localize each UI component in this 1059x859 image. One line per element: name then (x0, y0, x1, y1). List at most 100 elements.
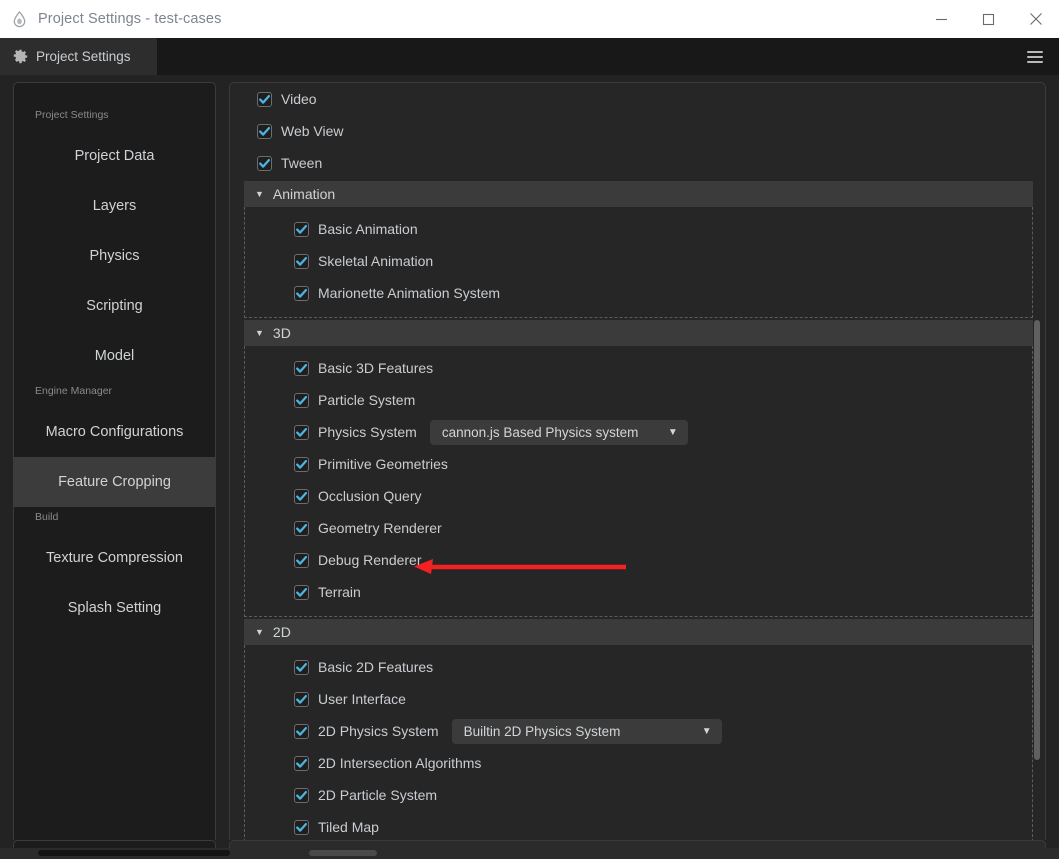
feature-label: Video (281, 91, 317, 107)
feature-label: User Interface (318, 691, 406, 707)
checkbox[interactable] (294, 488, 309, 504)
dropdown-value: Builtin 2D Physics System (463, 723, 621, 739)
feature-row-annotated: Debug Renderer (245, 544, 1032, 576)
chevron-down-icon: ▼ (255, 626, 264, 637)
sidebar-item-splash-setting[interactable]: Splash Setting (14, 583, 215, 633)
section-body-animation: Basic Animation Skeletal Animation Marione… (244, 207, 1033, 318)
close-button[interactable] (1012, 0, 1059, 38)
feature-row: 2D Physics System Builtin 2D Physics Syst… (245, 715, 1032, 747)
bottom-panel-left (13, 840, 216, 848)
sidebar-item-scripting[interactable]: Scripting (14, 281, 215, 331)
horizontal-scrollbar-thumb-right[interactable] (309, 850, 377, 856)
section-body-3d: Basic 3D Features Particle System Physics … (244, 346, 1033, 617)
sidebar-item-label: Scripting (86, 298, 143, 314)
settings-scroll-area: Video Web View Tween ▼ Animation Basic Animat… (230, 83, 1045, 843)
sidebar-item-label: Splash Setting (67, 600, 162, 616)
feature-row: Basic Animation (245, 213, 1032, 245)
chevron-down-icon: ▼ (255, 327, 264, 338)
hamburger-menu-icon[interactable] (1027, 50, 1043, 63)
checkbox[interactable] (294, 392, 309, 408)
feature-row: 2D Particle System (245, 779, 1032, 811)
bottom-panel-right (229, 840, 1046, 848)
sidebar-item-label: Layers (92, 198, 137, 214)
feature-label: Terrain (318, 584, 361, 600)
bottom-panels-strip (0, 840, 1059, 848)
sidebar-item-feature-cropping[interactable]: Feature Cropping (14, 457, 215, 507)
tab-label: Project Settings (36, 49, 131, 64)
maximize-button[interactable] (965, 0, 1012, 38)
hamburger-line (1027, 60, 1043, 63)
checkbox[interactable] (294, 424, 309, 440)
feature-label: Particle System (318, 392, 416, 408)
hamburger-line (1027, 50, 1043, 53)
sidebar-item-physics[interactable]: Physics (14, 231, 215, 281)
feature-label: Skeletal Animation (318, 253, 434, 269)
sidebar-item-layers[interactable]: Layers (14, 181, 215, 231)
sidebar-group-title: Build (35, 511, 59, 523)
window-titlebar: Project Settings - test-cases (0, 0, 1059, 38)
feature-row: Particle System (245, 384, 1032, 416)
hamburger-line (1027, 55, 1043, 58)
sidebar-item-macro-configurations[interactable]: Macro Configurations (14, 407, 215, 457)
chevron-down-icon: ▼ (255, 188, 264, 199)
feature-row: Web View (230, 115, 1045, 147)
checkbox[interactable] (294, 552, 309, 568)
checkbox[interactable] (257, 155, 272, 171)
horizontal-scrollbar-track[interactable] (0, 848, 1059, 859)
checkbox[interactable] (294, 253, 309, 269)
sidebar-item-label: Project Data (74, 148, 155, 164)
checkbox[interactable] (294, 520, 309, 536)
checkbox[interactable] (294, 456, 309, 472)
checkbox[interactable] (294, 221, 309, 237)
feature-label: 2D Intersection Algorithms (318, 755, 482, 771)
checkbox[interactable] (294, 755, 309, 771)
section-body-2d: Basic 2D Features User Interface 2D Physic… (244, 645, 1033, 843)
window-controls (918, 0, 1059, 38)
vertical-scrollbar-thumb[interactable] (1034, 320, 1040, 760)
window-title: Project Settings - test-cases (38, 11, 222, 27)
section-title: 2D (272, 624, 291, 640)
section-header-animation[interactable]: ▼ Animation (244, 181, 1033, 207)
feature-row: Basic 2D Features (245, 651, 1032, 683)
feature-row: Terrain (245, 576, 1032, 608)
checkbox[interactable] (294, 691, 309, 707)
gear-icon (13, 49, 28, 64)
section-header-3d[interactable]: ▼ 3D (244, 320, 1033, 346)
dropdown-2d-physics-system[interactable]: Builtin 2D Physics System ▼ (451, 718, 722, 744)
feature-cropping-panel: Video Web View Tween ▼ Animation Basic Animat… (229, 82, 1046, 844)
checkbox[interactable] (294, 360, 309, 376)
horizontal-scrollbar-thumb-left[interactable] (38, 850, 230, 856)
checkbox[interactable] (257, 91, 272, 107)
feature-label: Basic Animation (318, 221, 418, 237)
tab-project-settings[interactable]: Project Settings (0, 38, 157, 75)
feature-row: Physics System cannon.js Based Physics sy… (245, 416, 1032, 448)
checkbox[interactable] (294, 584, 309, 600)
dropdown-physics-system[interactable]: cannon.js Based Physics system ▼ (429, 419, 688, 445)
sidebar-item-label: Physics (89, 248, 140, 264)
feature-label: 2D Particle System (318, 787, 438, 803)
sidebar-item-model[interactable]: Model (14, 331, 215, 381)
section-title: 3D (272, 325, 291, 341)
checkbox[interactable] (294, 659, 309, 675)
feature-label: Geometry Renderer (318, 520, 442, 536)
feature-label: Occlusion Query (318, 488, 422, 504)
sidebar-item-texture-compression[interactable]: Texture Compression (14, 533, 215, 583)
feature-label: Basic 2D Features (318, 659, 434, 675)
checkbox[interactable] (294, 819, 309, 835)
feature-row: Video (230, 83, 1045, 115)
checkbox[interactable] (294, 285, 309, 301)
chevron-down-icon: ▼ (701, 725, 712, 737)
checkbox[interactable] (294, 787, 309, 803)
dropdown-value: cannon.js Based Physics system (441, 424, 639, 440)
feature-row: Occlusion Query (245, 480, 1032, 512)
workspace: Project Settings Project Data Layers Physic… (0, 75, 1059, 859)
checkbox[interactable] (257, 123, 272, 139)
sidebar-group-title: Engine Manager (35, 385, 113, 397)
sidebar-item-project-data[interactable]: Project Data (14, 131, 215, 181)
feature-row: Geometry Renderer (245, 512, 1032, 544)
feature-row: Skeletal Animation (245, 245, 1032, 277)
section-header-2d[interactable]: ▼ 2D (244, 619, 1033, 645)
checkbox[interactable] (294, 723, 309, 739)
minimize-button[interactable] (918, 0, 965, 38)
feature-row: Primitive Geometries (245, 448, 1032, 480)
